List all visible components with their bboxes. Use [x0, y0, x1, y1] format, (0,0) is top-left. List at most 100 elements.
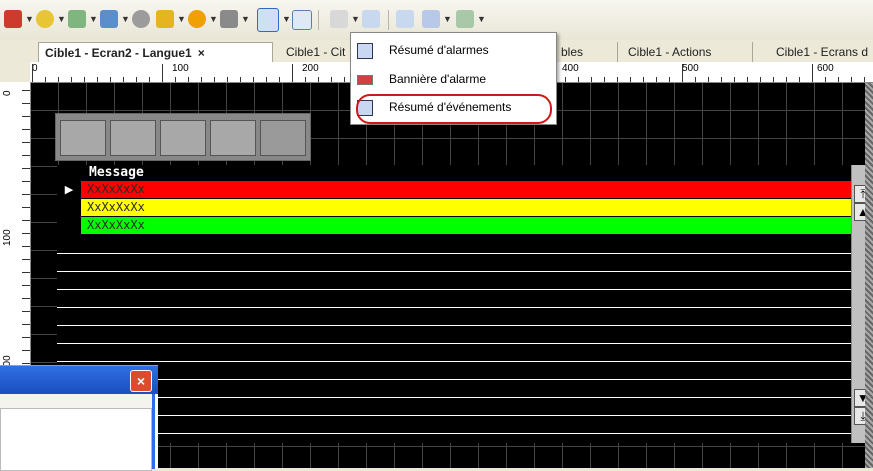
dropdown-arrow-icon[interactable]: ▼ — [177, 14, 186, 24]
alarm-grid[interactable]: Message ▶ XxXxXxXx XxXxXxXx XxXxXxXx ⤒ ▲ ▼ … — [57, 165, 873, 443]
ruler-tick — [71, 77, 72, 82]
dropdown-arrow-icon[interactable]: ▼ — [282, 14, 291, 24]
ruler-tick — [617, 77, 618, 82]
cursor-tool-icon[interactable] — [330, 10, 348, 28]
ruler-tick — [22, 259, 30, 260]
ruler-label: 0 — [2, 90, 13, 96]
ruler-tick — [22, 311, 30, 312]
dialog-content-panel — [0, 408, 152, 471]
dialog-titlebar[interactable]: × — [0, 366, 158, 394]
ruler-tick — [22, 116, 30, 117]
trend-chart-icon[interactable] — [292, 10, 312, 30]
ruler-tick — [344, 77, 345, 82]
ruler-tick — [84, 77, 85, 82]
dropdown-arrow-icon[interactable]: ▼ — [351, 14, 360, 24]
ruler-tick — [240, 77, 241, 82]
table-row[interactable]: XxXxXxXx — [57, 199, 851, 217]
grid-line — [57, 415, 851, 416]
ruler-tick — [123, 77, 124, 82]
ruler-tick — [214, 77, 215, 82]
grid-tool-icon[interactable] — [456, 10, 474, 28]
ruler-tick — [110, 77, 111, 82]
dropdown-arrow-icon[interactable]: ▼ — [443, 14, 452, 24]
page-up-icon[interactable] — [160, 120, 206, 156]
ruler-tick — [734, 77, 735, 82]
tab-label: Cible1 - Ecran2 - Langue1 — [45, 46, 192, 60]
ruler-tick — [708, 77, 709, 82]
gauge-icon[interactable] — [132, 10, 150, 28]
table-row[interactable]: ▶ XxXxXxXx — [57, 181, 851, 199]
dropdown-arrow-icon[interactable]: ▼ — [477, 14, 486, 24]
menu-item-alarm-summary[interactable]: Résumé d'alarmes — [351, 37, 556, 63]
dropdown-arrow-icon[interactable]: ▼ — [209, 14, 218, 24]
sort-down-icon[interactable] — [110, 120, 156, 156]
grid-line — [57, 307, 851, 308]
menu-item-alarm-banner[interactable]: Bannière d'alarme — [351, 66, 556, 92]
ruler-tick — [851, 77, 852, 82]
ruler-tick — [630, 77, 631, 82]
column-header-label: Message — [89, 165, 144, 180]
ruler-tick — [760, 77, 761, 82]
ruler-tick — [22, 350, 30, 351]
ruler-tick — [149, 77, 150, 82]
close-icon[interactable]: × — [130, 370, 152, 392]
ruler-tick — [253, 77, 254, 82]
grid-line — [57, 253, 851, 254]
page-down-icon[interactable] — [210, 120, 256, 156]
grid-line — [57, 343, 851, 344]
ruler-tick — [305, 77, 306, 82]
tab-cible1-ecrans[interactable]: Cible1 - Ecrans d — [770, 42, 873, 62]
zoom-icon[interactable] — [362, 10, 380, 28]
dialog-body — [0, 394, 155, 471]
dropdown-arrow-icon[interactable]: ▼ — [121, 14, 130, 24]
dropdown-arrow-icon[interactable]: ▼ — [57, 14, 66, 24]
camera-icon[interactable] — [220, 10, 238, 28]
ruler-tick — [695, 77, 696, 82]
window-tool-icon[interactable] — [100, 10, 118, 28]
message-cell: XxXxXxXx — [81, 181, 851, 198]
bell-icon[interactable] — [260, 120, 306, 156]
ruler-tick — [45, 77, 46, 82]
ruler-tick — [136, 77, 137, 82]
ruler-tick — [22, 246, 30, 247]
ruler-tick — [721, 77, 722, 82]
sort-up-icon[interactable] — [60, 120, 106, 156]
close-icon[interactable]: × — [198, 46, 205, 60]
ruler-tick — [227, 77, 228, 82]
bulb-icon[interactable] — [36, 10, 54, 28]
table-row[interactable]: XxXxXxXx — [57, 217, 851, 235]
clock-icon[interactable] — [188, 10, 206, 28]
ruler-tick — [58, 77, 59, 82]
ruler-tick — [162, 64, 163, 82]
list-tool-icon[interactable] — [68, 10, 86, 28]
dropdown-arrow-icon[interactable]: ▼ — [241, 14, 250, 24]
dropdown-arrow-icon[interactable]: ▼ — [25, 14, 34, 24]
ruler-tick — [565, 77, 566, 82]
rotate-tool-icon[interactable] — [4, 10, 22, 28]
ruler-tick — [266, 77, 267, 82]
ruler-tick — [22, 337, 30, 338]
fit-window-icon[interactable] — [422, 10, 440, 28]
tab-cible1-cib[interactable]: Cible1 - Cit — [280, 42, 361, 62]
ruler-tick — [22, 155, 30, 156]
menu-item-label: Bannière d'alarme — [389, 72, 487, 86]
ruler-tick — [22, 220, 30, 221]
ruler-tick — [97, 77, 98, 82]
ruler-tick — [175, 77, 176, 82]
ruler-tick — [682, 64, 683, 82]
dropdown-arrow-icon[interactable]: ▼ — [89, 14, 98, 24]
grid-line — [57, 289, 851, 290]
alarm-button-bar — [55, 113, 311, 161]
tab-variables[interactable]: bles — [555, 42, 618, 62]
tab-label: Cible1 - Cit — [286, 45, 346, 59]
tab-cible1-actions[interactable]: Cible1 - Actions — [622, 42, 753, 62]
ruler-tick — [838, 77, 839, 82]
ruler-tick — [331, 77, 332, 82]
ruler-tick — [591, 77, 592, 82]
tab-label: Cible1 - Actions — [628, 45, 712, 59]
grid-line — [57, 325, 851, 326]
zoom-out-icon[interactable] — [396, 10, 414, 28]
bar-graph-icon[interactable] — [156, 10, 174, 28]
alarm-tool-icon[interactable] — [257, 8, 279, 32]
tab-cible1-ecran2-langue1[interactable]: Cible1 - Ecran2 - Langue1 × — [38, 42, 273, 63]
